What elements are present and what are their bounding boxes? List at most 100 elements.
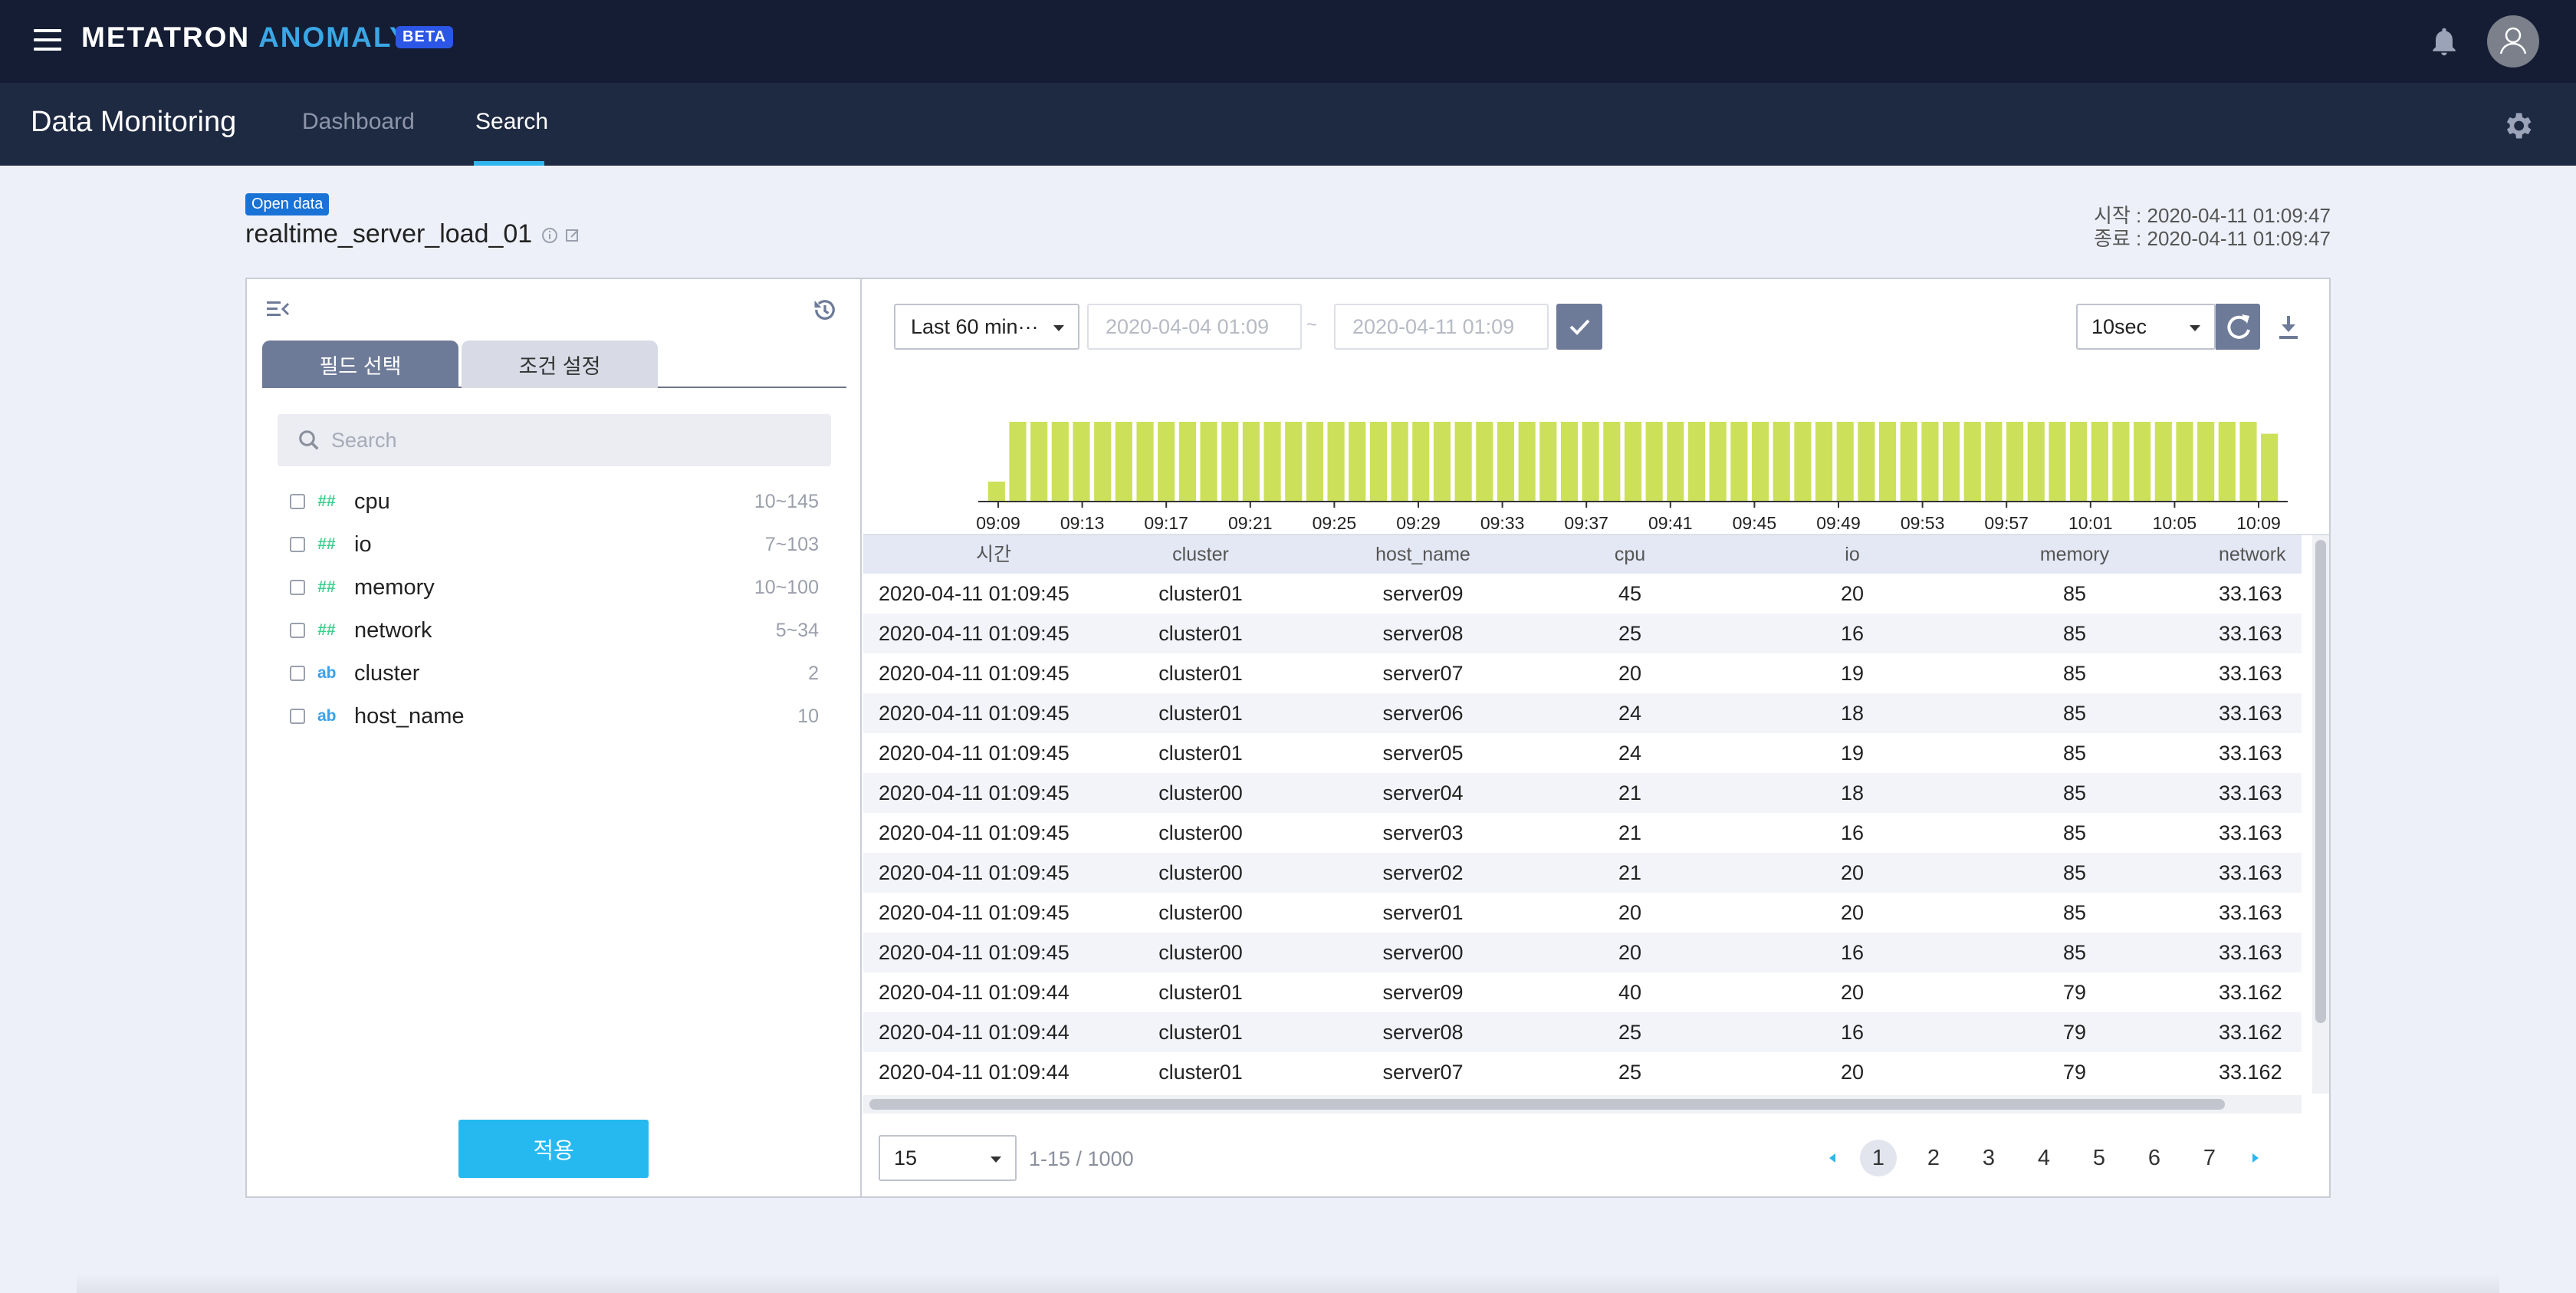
field-checkbox[interactable] (290, 580, 305, 595)
page-3[interactable]: 3 (1970, 1140, 2007, 1176)
histogram-bar[interactable] (1051, 422, 1069, 502)
apply-button[interactable]: 적용 (458, 1120, 649, 1178)
histogram-bar[interactable] (2261, 433, 2279, 502)
histogram-bar[interactable] (2154, 422, 2172, 502)
column-header-time[interactable]: 시간 (879, 535, 1109, 574)
vertical-scroll-thumb[interactable] (2315, 540, 2326, 1023)
date-from-input[interactable]: 2020-04-04 01:09 (1087, 304, 1302, 350)
histogram-bar[interactable] (1560, 422, 1579, 502)
history-icon[interactable] (811, 296, 839, 324)
histogram-bar[interactable] (1667, 422, 1684, 502)
histogram-bar[interactable] (1624, 422, 1642, 502)
table-row[interactable]: 2020-04-11 01:09:44 cluster01 server08 25 16… (863, 1012, 2302, 1052)
histogram-bar[interactable] (2027, 422, 2045, 502)
field-item-host-name[interactable]: ab host_name 10 (290, 695, 819, 738)
page-1[interactable]: 1 (1860, 1140, 1897, 1176)
histogram-bar[interactable] (1878, 422, 1897, 502)
table-row[interactable]: 2020-04-11 01:09:44 cluster01 server07 25 20… (863, 1052, 2302, 1092)
tab-field-select[interactable]: 필드 선택 (262, 341, 458, 388)
histogram-bar[interactable] (1349, 422, 1366, 502)
histogram-bar[interactable] (1836, 422, 1854, 502)
refresh-interval-select[interactable]: 10sec (2076, 304, 2216, 350)
histogram-bar[interactable] (1200, 422, 1217, 502)
table-row[interactable]: 2020-04-11 01:09:45 cluster00 server01 20 20… (863, 893, 2302, 933)
histogram-bar[interactable] (1687, 422, 1706, 502)
field-item-cluster[interactable]: ab cluster 2 (290, 652, 819, 695)
histogram-bar[interactable] (1242, 422, 1260, 502)
histogram-bar[interactable] (1073, 422, 1090, 502)
histogram-bar[interactable] (1794, 422, 1812, 502)
column-header-io[interactable]: io (1768, 535, 1937, 574)
histogram-bar[interactable] (1454, 422, 1472, 502)
histogram-bar[interactable] (1009, 422, 1027, 502)
histogram-bar[interactable] (1815, 422, 1833, 502)
histogram-bar[interactable] (1327, 422, 1345, 502)
field-checkbox[interactable] (290, 537, 305, 552)
page-2[interactable]: 2 (1915, 1140, 1952, 1176)
histogram-bar[interactable] (1582, 422, 1599, 502)
menu-icon[interactable] (34, 29, 61, 51)
histogram-bar[interactable] (1858, 422, 1875, 502)
prev-page-button[interactable] (1814, 1140, 1851, 1176)
histogram-bar[interactable] (1158, 422, 1175, 502)
column-header-host-name[interactable]: host_name (1323, 535, 1523, 574)
histogram-bar[interactable] (1963, 422, 1981, 502)
histogram-bar[interactable] (1285, 422, 1303, 502)
collapse-panel-icon[interactable] (265, 298, 291, 321)
histogram-bar[interactable] (1476, 422, 1493, 502)
histogram-bar[interactable] (2091, 422, 2108, 502)
histogram-bar[interactable] (2134, 422, 2151, 502)
horizontal-scroll-thumb[interactable] (869, 1099, 2225, 1110)
histogram-bar[interactable] (2176, 422, 2193, 502)
histogram-bar[interactable] (2006, 422, 2024, 502)
field-item-network[interactable]: ## network 5~34 (290, 609, 819, 652)
histogram-bar[interactable] (1412, 422, 1430, 502)
column-header-cluster[interactable]: cluster (1109, 535, 1293, 574)
info-icon[interactable] (541, 227, 558, 244)
date-to-input[interactable]: 2020-04-11 01:09 (1334, 304, 1549, 350)
histogram-bar[interactable] (1136, 422, 1154, 502)
histogram-bar[interactable] (1709, 422, 1727, 502)
table-row[interactable]: 2020-04-11 01:09:45 cluster01 server08 25 16… (863, 614, 2302, 653)
edit-icon[interactable] (564, 227, 581, 244)
table-row[interactable]: 2020-04-11 01:09:45 cluster01 server09 45 20… (863, 574, 2302, 614)
field-item-cpu[interactable]: ## cpu 10~145 (290, 480, 819, 523)
table-row[interactable]: 2020-04-11 01:09:45 cluster01 server05 24 19… (863, 733, 2302, 773)
table-row[interactable]: 2020-04-11 01:09:45 cluster01 server06 24 18… (863, 693, 2302, 733)
tab-search[interactable]: Search (475, 109, 548, 135)
page-5[interactable]: 5 (2081, 1140, 2118, 1176)
histogram-bar[interactable] (1115, 422, 1132, 502)
histogram-bar[interactable] (1645, 422, 1663, 502)
histogram-bar[interactable] (1518, 422, 1536, 502)
histogram-bar[interactable] (1369, 422, 1388, 502)
column-header-memory[interactable]: memory (1983, 535, 2167, 574)
histogram-bar[interactable] (1030, 422, 1048, 502)
histogram-bar[interactable] (1263, 422, 1281, 502)
next-page-button[interactable] (2237, 1140, 2274, 1176)
field-checkbox[interactable] (290, 494, 305, 509)
table-row[interactable]: 2020-04-11 01:09:45 cluster00 server02 21 20… (863, 853, 2302, 893)
field-item-memory[interactable]: ## memory 10~100 (290, 566, 819, 609)
histogram-bar[interactable] (1094, 422, 1112, 502)
histogram-bar[interactable] (1306, 422, 1323, 502)
table-row[interactable]: 2020-04-11 01:09:45 cluster00 server04 21 18… (863, 773, 2302, 813)
table-row[interactable]: 2020-04-11 01:09:44 cluster01 server09 40 20… (863, 972, 2302, 1012)
refresh-button[interactable] (2216, 304, 2260, 350)
histogram-bar[interactable] (1943, 422, 1960, 502)
tab-dashboard[interactable]: Dashboard (302, 109, 415, 135)
histogram-bar[interactable] (2218, 422, 2236, 502)
histogram-bar[interactable] (1497, 422, 1515, 502)
page-size-select[interactable]: 15 (879, 1135, 1017, 1181)
histogram-bar[interactable] (1221, 422, 1239, 502)
page-7[interactable]: 7 (2191, 1140, 2228, 1176)
page-6[interactable]: 6 (2136, 1140, 2173, 1176)
histogram-bar[interactable] (1900, 422, 1917, 502)
histogram-bar[interactable] (1391, 422, 1408, 502)
horizontal-scrollbar[interactable] (863, 1095, 2302, 1114)
histogram-bar[interactable] (1751, 422, 1769, 502)
page-4[interactable]: 4 (2026, 1140, 2062, 1176)
bell-icon[interactable] (2427, 25, 2461, 58)
histogram-bar[interactable] (1730, 422, 1748, 502)
histogram-bar[interactable] (1985, 422, 2003, 502)
histogram-bar[interactable] (2239, 422, 2257, 502)
